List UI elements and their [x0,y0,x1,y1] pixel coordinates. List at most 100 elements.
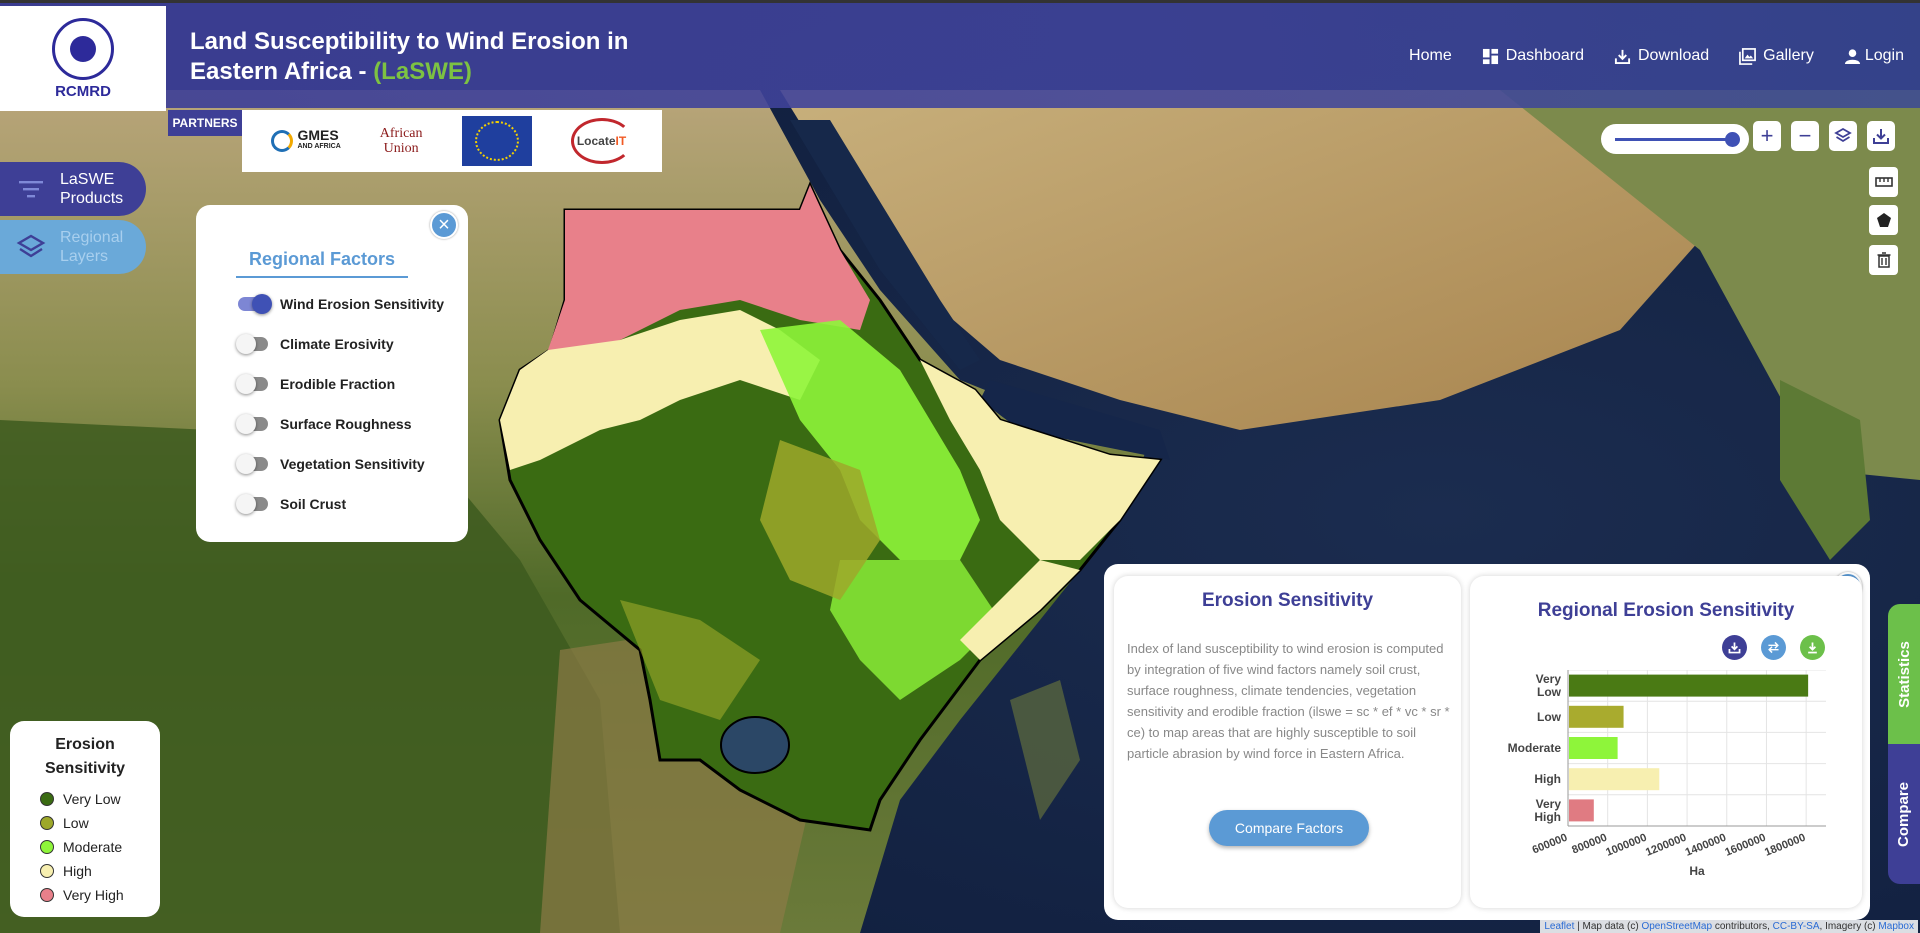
toggle-switch[interactable] [236,334,268,354]
factor-toggle-erodible-fraction[interactable]: Erodible Fraction [236,374,396,394]
legend-item: Moderate [40,835,160,859]
toggle-knob [236,494,256,514]
zoom-in-button[interactable]: + [1753,121,1781,151]
logo-text: RCMRD [55,82,111,100]
map-download-button[interactable] [1867,121,1895,151]
factor-label: Climate Erosivity [280,336,394,352]
legend-label: Very Low [63,791,121,807]
category-label: Low [1537,710,1562,724]
gallery-icon [1739,47,1757,65]
app-title: Land Susceptibility to Wind Erosion in E… [190,27,660,87]
regional-factors-panel: × Regional Factors Wind Erosion Sensitiv… [196,205,468,542]
delete-drawing-button[interactable] [1869,245,1898,275]
filter-icon [19,181,43,198]
license-link[interactable]: CC-BY-SA [1773,921,1820,932]
factor-toggle-soil-crust[interactable]: Soil Crust [236,494,346,514]
eu-stars-icon [474,121,519,161]
gmes-globe-icon [271,130,294,152]
partner-eu-flag-logo[interactable] [461,116,532,166]
factor-toggle-vegetation-sensitivity[interactable]: Vegetation Sensitivity [236,454,425,474]
legend-title-line1: Erosion [55,736,115,753]
legend-title-line2: Sensitivity [44,760,126,777]
zoom-slider-thumb[interactable] [1725,132,1740,147]
tab-statistics[interactable]: Statistics [1888,604,1920,744]
laswe-products-label: LaSWE Products [60,170,123,208]
tab-compare[interactable]: Compare [1888,744,1920,884]
partner-locateit-logo[interactable]: Locate IT [570,118,633,164]
nav-login[interactable]: Login [1844,47,1904,65]
nav-gallery-label: Gallery [1763,47,1814,64]
category-label: Very [1536,797,1562,811]
category-label: High [1534,810,1561,824]
download-icon [1614,49,1631,64]
partner-african-union-logo[interactable]: African Union [380,126,423,156]
factors-title: Regional Factors [236,249,408,278]
category-label: Moderate [1508,741,1562,755]
chart-swap-button[interactable] [1761,635,1786,660]
legend-swatch [40,864,54,878]
rcmrd-emblem-icon [52,17,114,80]
osm-link[interactable]: OpenStreetMap [1641,921,1712,932]
regional-chart-card: Regional Erosion Sensitivity Very Low Low M… [1470,576,1862,908]
legend-label: Low [63,815,89,831]
partner-gmes-logo[interactable]: GMES AND AFRICA [271,127,341,153]
attribution-text: , Imagery (c) [1819,921,1879,932]
toggle-switch[interactable] [236,494,268,514]
toggle-switch[interactable] [236,454,268,474]
draw-polygon-button[interactable] [1869,205,1898,235]
leaflet-link[interactable]: Leaflet [1544,921,1574,932]
factor-label: Vegetation Sensitivity [280,456,425,472]
nav-download-label: Download [1638,47,1710,64]
x-axis-label: Ha [1689,864,1705,878]
factor-label: Erodible Fraction [280,376,396,392]
chart-bar [1569,737,1618,759]
chart-download-button[interactable] [1722,635,1747,660]
chart-export-button[interactable] [1800,635,1825,660]
legend-swatch [40,840,54,854]
factors-close-button[interactable]: × [430,211,458,239]
toggle-switch[interactable] [238,294,272,314]
zoom-slider[interactable] [1601,124,1749,154]
legend-item: High [40,859,160,883]
x-tick-label: 1800000 [1763,832,1807,859]
trash-icon [1877,252,1890,268]
user-icon [1844,48,1860,64]
factor-toggle-wind-erosion[interactable]: Wind Erosion Sensitivity [238,294,444,314]
download-icon [1873,129,1889,144]
legend-title: Erosion Sensitivity [10,733,160,781]
category-label: High [1534,772,1561,786]
regional-layers-label-line2: Layers [60,248,109,265]
x-tick-label: 800000 [1570,832,1609,857]
laswe-products-button[interactable]: LaSWE Products [0,162,146,216]
partners-strip: GMES AND AFRICA African Union Locate IT [242,110,662,172]
gmes-text: GMES [297,127,339,143]
toggle-switch[interactable] [236,374,268,394]
chart-actions [1722,635,1825,660]
x-tick-label: 600000 [1531,832,1570,857]
chart-bar [1569,674,1809,697]
rcmrd-logo[interactable]: RCMRD [0,6,166,111]
tab-statistics-label: Statistics [1895,640,1913,708]
nav-download[interactable]: Download [1614,47,1709,65]
compare-factors-button[interactable]: Compare Factors [1209,810,1369,846]
toggle-switch[interactable] [236,414,268,434]
attribution-text: contributors, [1712,921,1773,932]
basemap-layers-button[interactable] [1829,121,1857,151]
nav-gallery[interactable]: Gallery [1739,47,1814,65]
chart-bar [1569,705,1624,728]
top-header: RCMRD Land Susceptibility to Wind Erosio… [0,0,1920,111]
locate-text: Locate [576,134,616,148]
factor-toggle-climate-erosivity[interactable]: Climate Erosivity [236,334,394,354]
nav-home[interactable]: Home [1409,47,1452,65]
measure-tool-button[interactable] [1869,167,1898,197]
legend-label: High [63,863,92,879]
legend-items: Very Low Low Moderate High Very High [10,787,160,907]
partners-label: PARTNERS [168,110,242,136]
nav-dashboard[interactable]: Dashboard [1482,47,1584,65]
regional-layers-button[interactable]: Regional Layers [0,220,146,274]
zoom-out-button[interactable]: − [1791,121,1819,151]
au-text-line2: Union [383,141,419,156]
mapbox-link[interactable]: Mapbox [1878,921,1914,932]
toggle-knob [236,414,256,434]
factor-toggle-surface-roughness[interactable]: Surface Roughness [236,414,411,434]
